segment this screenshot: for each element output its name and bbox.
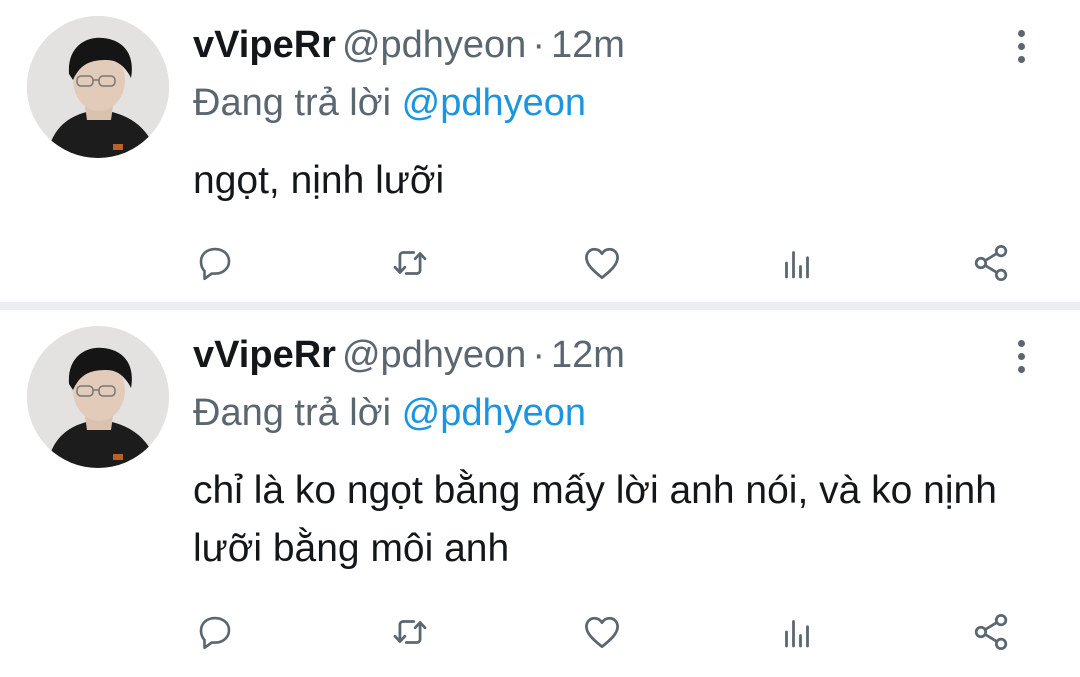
avatar[interactable] bbox=[27, 16, 169, 158]
more-vertical-icon[interactable] bbox=[1004, 332, 1038, 380]
share-button[interactable] bbox=[966, 238, 1016, 288]
reply-to-handle[interactable]: @pdhyeon bbox=[402, 392, 586, 434]
tweet-text: chỉ là ko ngọt bằng mấy lời anh nói, và … bbox=[193, 469, 997, 570]
avatar-photo bbox=[27, 326, 169, 468]
replying-to: Đang trả lời @pdhyeon bbox=[193, 390, 586, 436]
display-name[interactable]: vVipeRr bbox=[193, 334, 336, 376]
stats-button[interactable] bbox=[772, 238, 822, 288]
reply-icon bbox=[199, 616, 231, 650]
user-handle[interactable]: @pdhyeon bbox=[342, 334, 526, 376]
reply-prefix: Đang trả lời bbox=[193, 82, 392, 124]
tweet-item[interactable]: vVipeRr @pdhyeon · 12m Đang trả lời @pdhyeo… bbox=[0, 0, 1080, 302]
stats-icon bbox=[785, 620, 809, 648]
tweet-actions bbox=[0, 238, 1080, 288]
retweet-icon bbox=[393, 251, 427, 275]
reply-to-handle[interactable]: @pdhyeon bbox=[402, 82, 586, 124]
like-icon bbox=[585, 247, 619, 280]
share-icon bbox=[974, 244, 1008, 282]
separator-dot: · bbox=[532, 334, 545, 376]
tweet-header: vVipeRr @pdhyeon · 12m bbox=[193, 22, 625, 68]
share-icon bbox=[974, 613, 1008, 651]
user-handle[interactable]: @pdhyeon bbox=[342, 24, 526, 66]
tweet-header: vVipeRr @pdhyeon · 12m bbox=[193, 332, 625, 378]
reply-icon bbox=[199, 247, 231, 281]
stats-icon bbox=[785, 251, 809, 279]
stats-button[interactable] bbox=[772, 607, 822, 657]
retweet-icon bbox=[393, 620, 427, 644]
timestamp[interactable]: 12m bbox=[551, 334, 625, 376]
tweet-divider bbox=[0, 302, 1080, 310]
like-icon bbox=[585, 616, 619, 649]
tweet-text: ngọt, nịnh lưỡi bbox=[193, 159, 445, 202]
reply-prefix: Đang trả lời bbox=[193, 392, 392, 434]
retweet-button[interactable] bbox=[385, 238, 435, 288]
display-name[interactable]: vVipeRr bbox=[193, 24, 336, 66]
tweet-item[interactable]: vVipeRr @pdhyeon · 12m Đang trả lời @pdhyeo… bbox=[0, 310, 1080, 677]
tweet-feed: vVipeRr @pdhyeon · 12m Đang trả lời @pdhyeo… bbox=[0, 0, 1080, 677]
retweet-button[interactable] bbox=[385, 607, 435, 657]
reply-button[interactable] bbox=[190, 238, 240, 288]
avatar[interactable] bbox=[27, 326, 169, 468]
replying-to: Đang trả lời @pdhyeon bbox=[193, 80, 586, 126]
like-button[interactable] bbox=[577, 238, 627, 288]
share-button[interactable] bbox=[966, 607, 1016, 657]
separator-dot: · bbox=[532, 24, 545, 66]
reply-button[interactable] bbox=[190, 607, 240, 657]
timestamp[interactable]: 12m bbox=[551, 24, 625, 66]
tweet-actions bbox=[0, 607, 1080, 657]
more-vertical-icon[interactable] bbox=[1004, 22, 1038, 70]
avatar-photo bbox=[27, 16, 169, 158]
like-button[interactable] bbox=[577, 607, 627, 657]
